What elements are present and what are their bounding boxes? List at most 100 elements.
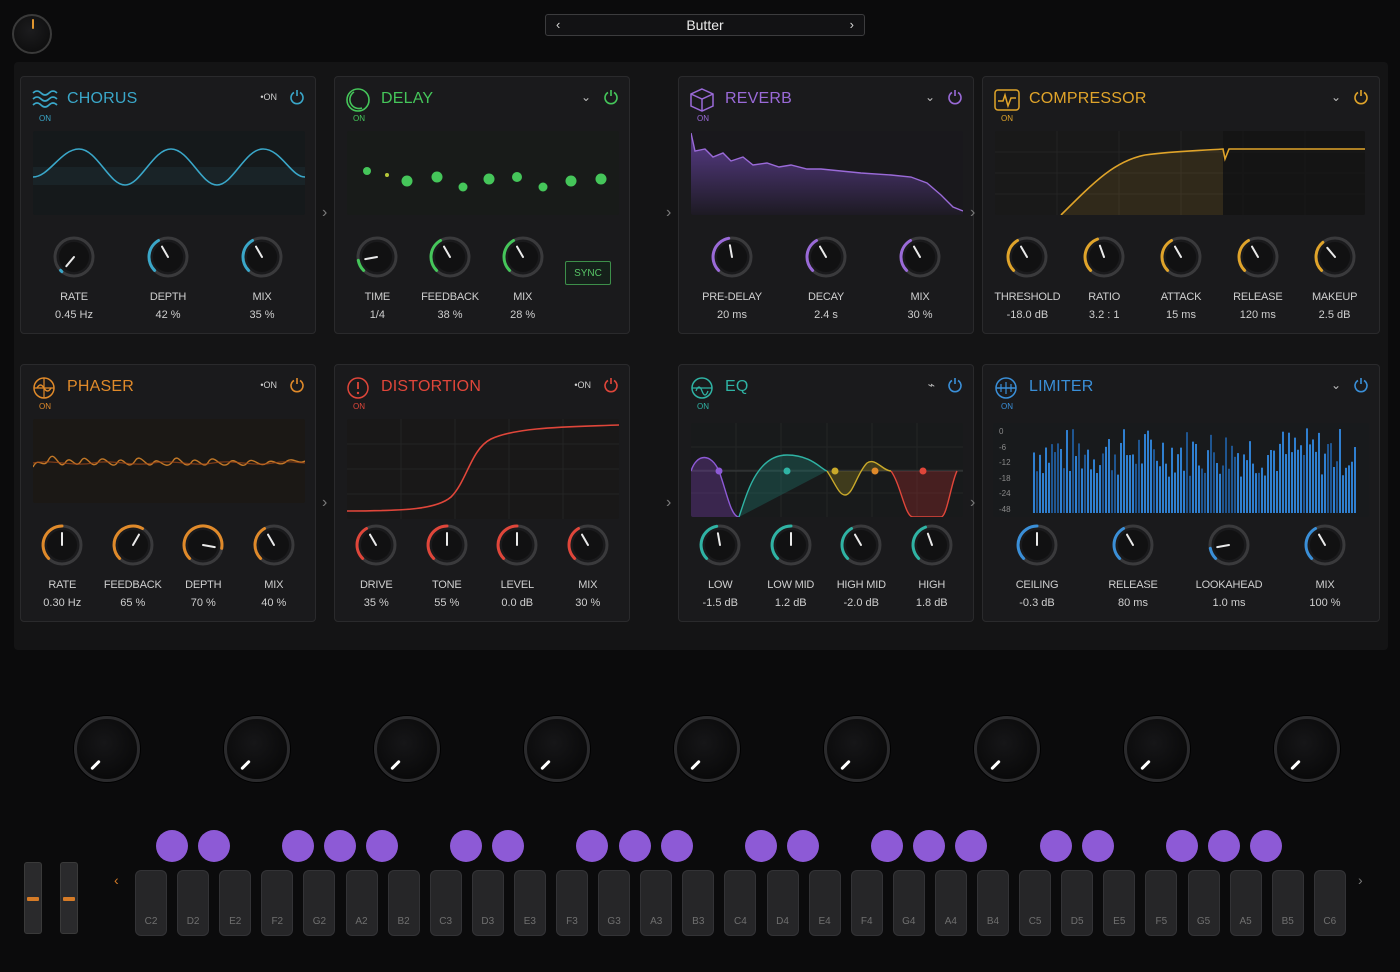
macro-knob-4[interactable] xyxy=(524,716,590,782)
pad-dot-13[interactable] xyxy=(871,830,903,862)
pad-dot-9[interactable] xyxy=(619,830,651,862)
key-a3[interactable]: A3 xyxy=(640,870,673,936)
knob-dial[interactable] xyxy=(146,235,190,279)
limiter-knob-release[interactable]: RELEASE 80 ms xyxy=(1093,523,1173,609)
knob-dial[interactable] xyxy=(1111,523,1155,567)
compressor-knob-release[interactable]: RELEASE 120 ms xyxy=(1219,235,1296,321)
eq-knob-low[interactable]: LOW -1.5 dB xyxy=(685,523,756,609)
knob-dial[interactable] xyxy=(1236,235,1280,279)
pad-dot-14[interactable] xyxy=(913,830,945,862)
macro-knob-2[interactable] xyxy=(224,716,290,782)
pad-dot-18[interactable] xyxy=(1166,830,1198,862)
pad-dot-19[interactable] xyxy=(1208,830,1240,862)
fader-left[interactable] xyxy=(24,862,42,934)
power-icon[interactable] xyxy=(289,377,305,393)
chevron-trend-icon[interactable]: ⌁ xyxy=(928,378,935,392)
knob-dial[interactable] xyxy=(428,235,472,279)
knob-dial[interactable] xyxy=(804,235,848,279)
knob-dial[interactable] xyxy=(495,523,539,567)
delay-knob-time[interactable]: TIME 1/4 xyxy=(341,235,414,321)
fader-right[interactable] xyxy=(60,862,78,934)
knob-dial[interactable] xyxy=(1207,523,1251,567)
key-b4[interactable]: B4 xyxy=(977,870,1009,936)
phaser-knob-mix[interactable]: MIX 40 % xyxy=(239,523,310,609)
preset-next-button[interactable]: › xyxy=(850,17,854,32)
pad-dot-8[interactable] xyxy=(576,830,608,862)
distortion-knob-drive[interactable]: DRIVE 35 % xyxy=(341,523,412,609)
chorus-knob-depth[interactable]: DEPTH 42 % xyxy=(128,235,208,321)
reverb-knob-mix[interactable]: MIX 30 % xyxy=(880,235,960,321)
pad-dot-1[interactable] xyxy=(156,830,188,862)
macro-knob-9[interactable] xyxy=(1274,716,1340,782)
key-b3[interactable]: B3 xyxy=(682,870,715,936)
key-f3[interactable]: F3 xyxy=(556,870,588,936)
knob-dial[interactable] xyxy=(710,235,754,279)
power-icon[interactable] xyxy=(603,89,619,105)
macro-knob-7[interactable] xyxy=(974,716,1040,782)
key-d3[interactable]: D3 xyxy=(471,870,504,936)
chorus-knob-mix[interactable]: MIX 35 % xyxy=(222,235,302,321)
eq-knob-high[interactable]: HIGH 1.8 dB xyxy=(897,523,968,609)
distortion-knob-mix[interactable]: MIX 30 % xyxy=(553,523,624,609)
compressor-knob-ratio[interactable]: RATIO 3.2 : 1 xyxy=(1066,235,1143,321)
key-d2[interactable]: D2 xyxy=(177,870,210,936)
knob-dial[interactable] xyxy=(240,235,284,279)
pad-dot-17[interactable] xyxy=(1082,830,1114,862)
power-icon[interactable] xyxy=(1353,89,1369,105)
pad-dot-3[interactable] xyxy=(282,830,314,862)
pad-dot-12[interactable] xyxy=(787,830,819,862)
key-d5[interactable]: D5 xyxy=(1061,870,1094,936)
knob-dial[interactable] xyxy=(910,523,954,567)
macro-knob-5[interactable] xyxy=(674,716,740,782)
key-a5[interactable]: A5 xyxy=(1229,870,1262,936)
chorus-on-toggle[interactable]: •ON xyxy=(260,92,277,102)
power-icon[interactable] xyxy=(289,89,305,105)
key-c6[interactable]: C6 xyxy=(1313,870,1346,936)
key-c5[interactable]: C5 xyxy=(1019,870,1052,936)
key-a2[interactable]: A2 xyxy=(345,870,378,936)
key-a4[interactable]: A4 xyxy=(934,870,967,936)
preset-prev-button[interactable]: ‹ xyxy=(556,17,560,32)
eq-knob-high-mid[interactable]: HIGH MID -2.0 dB xyxy=(826,523,897,609)
keyboard-prev-button[interactable]: ‹ xyxy=(114,872,119,888)
delay-knob-mix[interactable]: MIX 28 % xyxy=(486,235,559,321)
knob-dial[interactable] xyxy=(1015,523,1059,567)
key-f2[interactable]: F2 xyxy=(261,870,294,936)
master-knob[interactable] xyxy=(12,14,52,54)
pad-dot-6[interactable] xyxy=(450,830,482,862)
phaser-knob-depth[interactable]: DEPTH 70 % xyxy=(168,523,239,609)
pad-dot-11[interactable] xyxy=(745,830,777,862)
pad-dot-7[interactable] xyxy=(492,830,524,862)
knob-dial[interactable] xyxy=(1082,235,1126,279)
macro-knob-3[interactable] xyxy=(374,716,440,782)
key-g5[interactable]: G5 xyxy=(1187,870,1220,936)
key-b5[interactable]: B5 xyxy=(1271,870,1304,936)
knob-dial[interactable] xyxy=(354,523,398,567)
phaser-on-toggle[interactable]: •ON xyxy=(260,380,277,390)
macro-knob-8[interactable] xyxy=(1124,716,1190,782)
pad-dot-15[interactable] xyxy=(955,830,987,862)
knob-dial[interactable] xyxy=(1159,235,1203,279)
key-e5[interactable]: E5 xyxy=(1103,870,1136,936)
reverb-knob-decay[interactable]: DECAY 2.4 s xyxy=(786,235,866,321)
key-e4[interactable]: E4 xyxy=(808,870,841,936)
preset-selector[interactable]: ‹ Butter › xyxy=(545,14,865,36)
power-icon[interactable] xyxy=(947,89,963,105)
compressor-knob-attack[interactable]: ATTACK 15 ms xyxy=(1143,235,1220,321)
key-e2[interactable]: E2 xyxy=(219,870,252,936)
fader-cap[interactable] xyxy=(63,897,75,901)
power-icon[interactable] xyxy=(603,377,619,393)
knob-dial[interactable] xyxy=(1303,523,1347,567)
key-g2[interactable]: G2 xyxy=(303,870,336,936)
compressor-knob-threshold[interactable]: THRESHOLD -18.0 dB xyxy=(989,235,1066,321)
limiter-knob-mix[interactable]: MIX 100 % xyxy=(1285,523,1365,609)
chevron-down-icon[interactable]: ⌄ xyxy=(1331,90,1341,104)
key-d4[interactable]: D4 xyxy=(766,870,799,936)
pad-dot-16[interactable] xyxy=(1040,830,1072,862)
knob-dial[interactable] xyxy=(501,235,545,279)
distortion-on-toggle[interactable]: •ON xyxy=(574,380,591,390)
macro-knob-6[interactable] xyxy=(824,716,890,782)
phaser-knob-rate[interactable]: RATE 0.30 Hz xyxy=(27,523,98,609)
knob-dial[interactable] xyxy=(1313,235,1357,279)
limiter-knob-lookahead[interactable]: LOOKAHEAD 1.0 ms xyxy=(1189,523,1269,609)
